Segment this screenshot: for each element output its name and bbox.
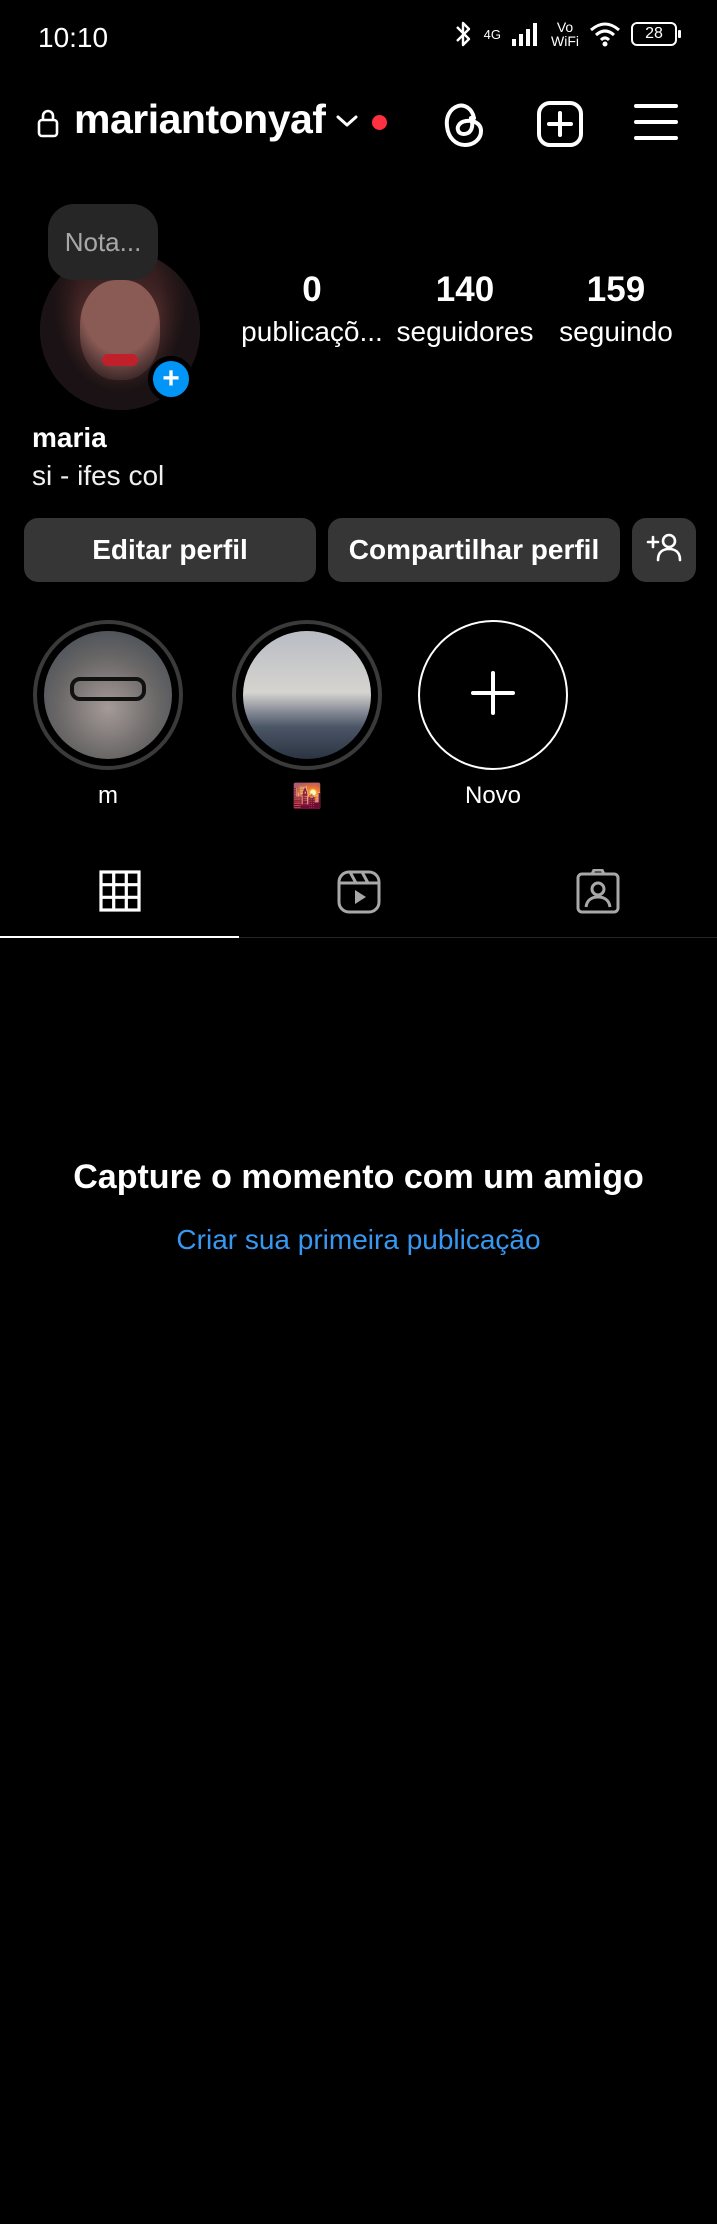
new-highlight-button[interactable]: Novo	[418, 620, 568, 810]
reels-icon	[336, 869, 382, 920]
following-label: seguindo	[559, 316, 673, 347]
tab-tagged[interactable]	[478, 850, 717, 938]
create-first-post-link[interactable]: Criar sua primeira publicação	[0, 1224, 717, 1256]
highlight-label: m	[98, 782, 118, 809]
vowifi-bottom: WiFi	[551, 33, 579, 49]
glasses-shape	[70, 677, 146, 701]
following-count: 159	[586, 270, 646, 309]
battery-icon: 28	[631, 22, 681, 46]
posts-count: 0	[302, 270, 322, 309]
share-profile-button[interactable]: Compartilhar perfil	[328, 518, 620, 582]
highlight-cover-person	[44, 631, 172, 759]
highlight-ring	[33, 620, 183, 770]
highlight-cover-landscape	[243, 631, 371, 759]
highlight-m[interactable]: m	[33, 620, 183, 810]
username-switcher[interactable]: mariantonyaf	[74, 96, 326, 143]
display-name: maria	[32, 422, 107, 453]
highlight-label: 🌇	[292, 783, 322, 810]
grid-icon	[98, 869, 142, 918]
network-type-label: 4G	[483, 26, 501, 42]
status-icons: 4G Vo WiFi 28	[452, 20, 681, 48]
lock-icon	[36, 108, 60, 143]
posts-stat[interactable]: 0 publicaçõ...	[240, 270, 384, 348]
profile-header: mariantonyaf	[0, 90, 717, 160]
wifi-icon	[589, 21, 621, 47]
create-icon[interactable]	[536, 100, 584, 153]
status-time: 10:10	[38, 22, 109, 53]
plus-icon	[470, 670, 516, 721]
status-bar: 10:10 4G Vo WiFi 28	[0, 0, 717, 80]
bluetooth-icon	[452, 20, 474, 48]
new-highlight-ring	[418, 620, 568, 770]
discover-people-button[interactable]	[632, 518, 696, 582]
vowifi-indicator: Vo WiFi	[551, 20, 579, 48]
highlight-ring	[232, 620, 382, 770]
posts-label: publicaçõ...	[241, 316, 383, 347]
tagged-icon	[575, 868, 621, 920]
threads-icon[interactable]	[438, 96, 490, 157]
followers-count: 140	[435, 270, 495, 309]
profile-tabs	[0, 850, 717, 938]
edit-profile-button[interactable]: Editar perfil	[24, 518, 316, 582]
avatar-lips	[102, 354, 138, 366]
tab-reels[interactable]	[239, 850, 478, 938]
followers-label: seguidores	[396, 316, 534, 347]
add-person-icon	[646, 532, 682, 569]
highlight-label: Novo	[464, 782, 522, 809]
following-stat[interactable]: 159 seguindo	[552, 270, 680, 348]
chevron-down-icon[interactable]	[334, 112, 360, 135]
note-bubble[interactable]: Nota...	[48, 204, 158, 280]
signal-icon	[511, 21, 541, 47]
tab-posts-grid[interactable]	[0, 850, 239, 938]
menu-icon[interactable]	[634, 102, 678, 147]
empty-state-title: Capture o momento com um amigo	[73, 1158, 644, 1196]
followers-stat[interactable]: 140 seguidores	[394, 270, 536, 348]
notification-dot	[372, 115, 387, 130]
add-story-button[interactable]: +	[148, 356, 194, 402]
bio: si - ifes col	[32, 460, 165, 491]
vowifi-top: Vo	[556, 19, 574, 35]
highlight-sunset[interactable]: 🌇	[232, 620, 382, 811]
